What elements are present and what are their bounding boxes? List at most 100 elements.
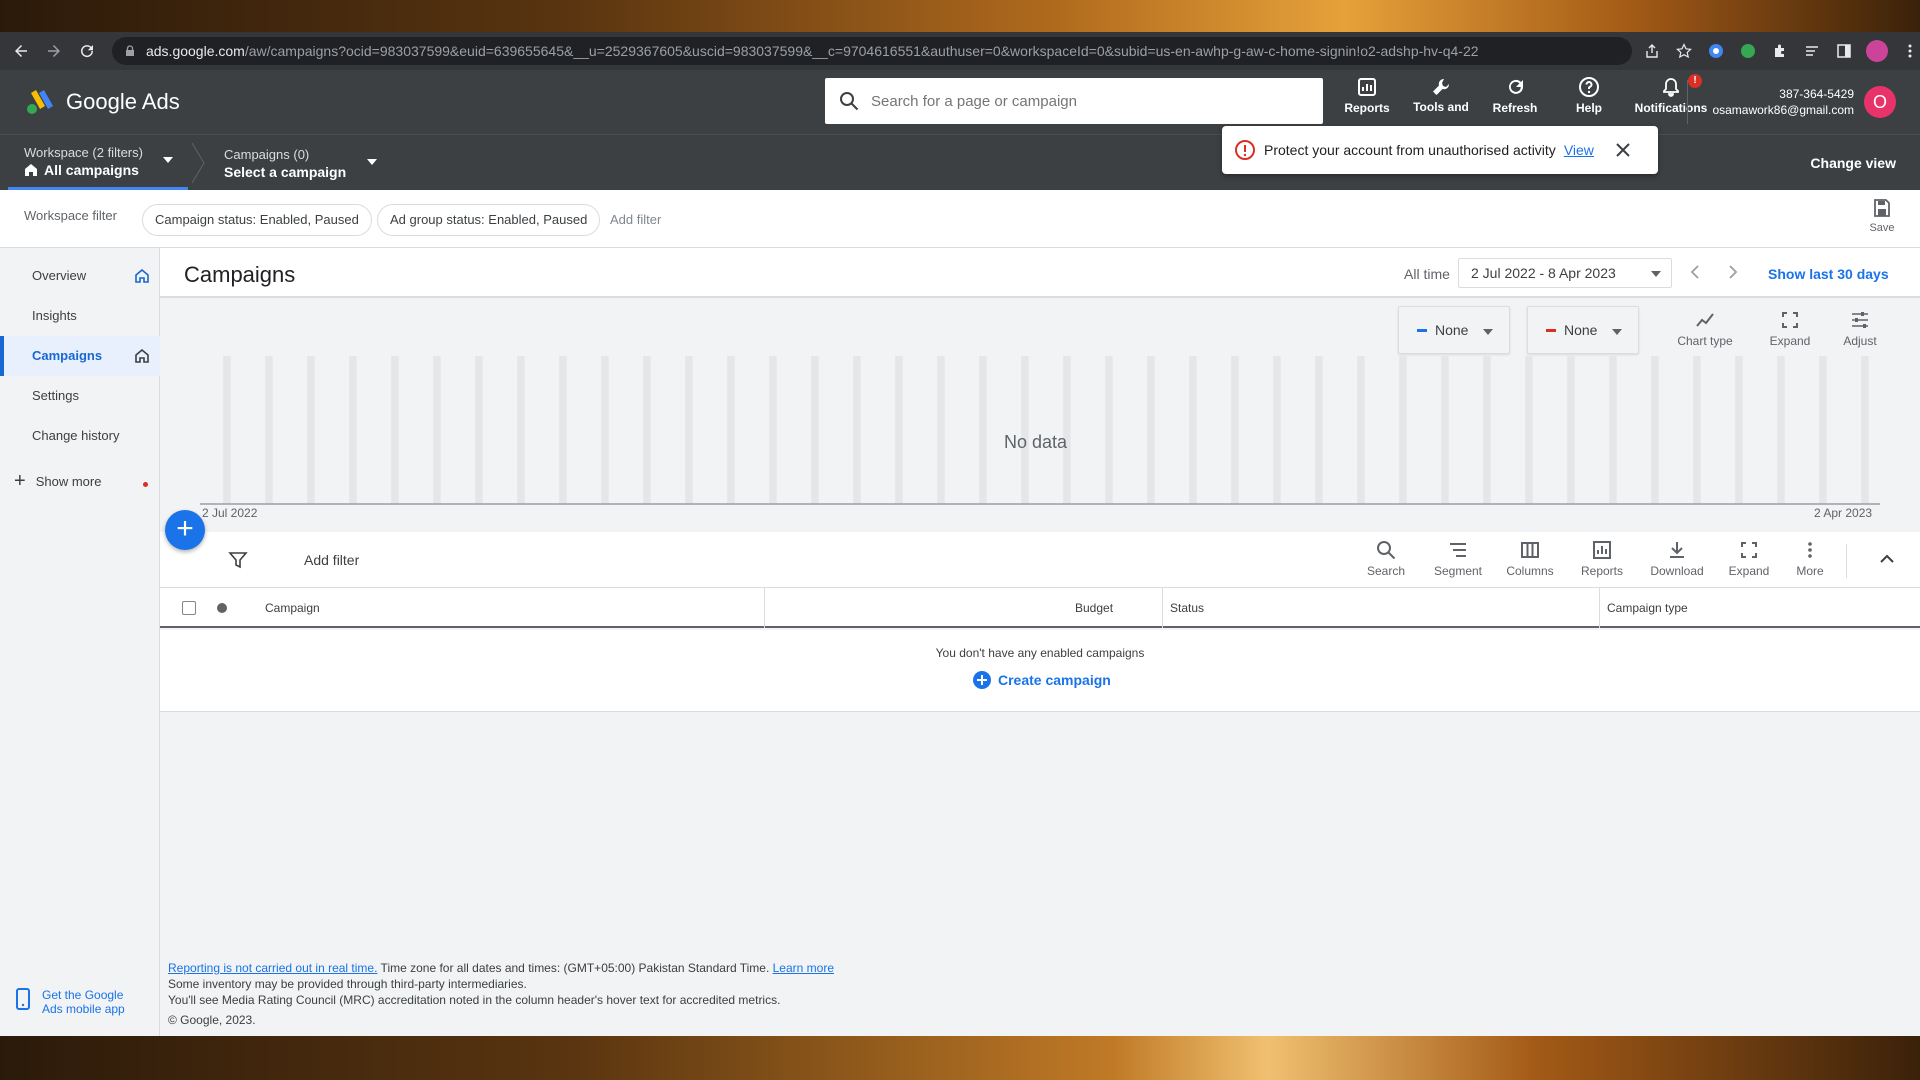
- back-icon[interactable]: [8, 38, 33, 64]
- table-expand-button[interactable]: Expand: [1717, 540, 1781, 578]
- workspace-add-filter[interactable]: Add filter: [610, 212, 661, 227]
- browser-toolbar: ads.google.com/aw/campaigns?ocid=9830375…: [0, 32, 1920, 70]
- avatar[interactable]: O: [1864, 86, 1896, 118]
- campaign-selector[interactable]: Campaigns (0) Select a campaign: [224, 147, 346, 180]
- table-toolbar: Add filter Search Segment Columns Report…: [160, 532, 1920, 588]
- chart-adjust-label: Adjust: [1843, 334, 1877, 348]
- account-info[interactable]: 387-364-5429 osamawork86@gmail.com: [1690, 86, 1854, 118]
- sidebar-item-change-history[interactable]: Change history: [0, 416, 160, 456]
- chart-column-band: [811, 356, 819, 504]
- chart-column-band: [391, 356, 399, 504]
- table-reports-button[interactable]: Reports: [1570, 540, 1634, 578]
- chevron-down-icon: [1612, 329, 1622, 335]
- metric-2-selector[interactable]: None: [1527, 306, 1639, 354]
- new-campaign-fab[interactable]: +: [165, 510, 205, 550]
- table-header: Campaign Budget Status Campaign type: [160, 588, 1920, 628]
- chart-grid: [200, 356, 1880, 505]
- breadcrumb-chevron-icon: [191, 142, 205, 184]
- chevron-up-icon[interactable]: [1878, 550, 1896, 568]
- mobile-app-link[interactable]: Get the Google Ads mobile app: [14, 988, 125, 1016]
- table-add-filter[interactable]: Add filter: [304, 552, 359, 568]
- column-campaign[interactable]: Campaign: [265, 601, 320, 615]
- chart-column-band: [433, 356, 441, 504]
- lock-icon: [125, 45, 134, 56]
- chart-expand-button[interactable]: Expand: [1758, 310, 1822, 348]
- workspace-dropdown-icon[interactable]: [163, 157, 173, 163]
- desktop-background-bottom: [0, 1036, 1920, 1080]
- refresh-label: Refresh: [1492, 101, 1538, 115]
- chart-column-band: [1273, 356, 1281, 504]
- account-email: osamawork86@gmail.com: [1712, 103, 1854, 117]
- status-column-dot[interactable]: [217, 603, 227, 613]
- sidebar-item-label: Campaigns: [32, 348, 103, 363]
- header-divider: [1687, 80, 1688, 124]
- chart-column-band: [517, 356, 525, 504]
- learn-more-link[interactable]: Learn more: [773, 961, 834, 975]
- forward-icon[interactable]: [41, 38, 66, 64]
- segment-button[interactable]: Segment: [1426, 540, 1490, 578]
- columns-button[interactable]: Columns: [1498, 540, 1562, 578]
- column-divider: [764, 588, 765, 628]
- chart-adjust-button[interactable]: Adjust: [1828, 310, 1892, 348]
- metric-1-selector[interactable]: None: [1398, 306, 1510, 354]
- reload-icon[interactable]: [75, 38, 100, 64]
- campaign-status-chip[interactable]: Campaign status: Enabled, Paused: [142, 204, 372, 236]
- performance-chart: None None Chart type Expand Adjust No da…: [160, 300, 1920, 532]
- column-status[interactable]: Status: [1170, 601, 1204, 615]
- download-button[interactable]: Download: [1645, 540, 1709, 578]
- google-ads-logo[interactable]: Google Ads: [24, 88, 180, 116]
- chart-type-button[interactable]: Chart type: [1673, 310, 1737, 348]
- sidebar-item-campaigns[interactable]: Campaigns: [0, 336, 160, 376]
- chevron-left-icon[interactable]: [1688, 264, 1702, 280]
- close-icon[interactable]: [1614, 141, 1632, 159]
- copyright: © Google, 2023.: [168, 1013, 256, 1027]
- share-icon[interactable]: [1642, 41, 1662, 61]
- search-box[interactable]: [825, 78, 1323, 124]
- date-range-picker[interactable]: 2 Jul 2022 - 8 Apr 2023: [1458, 258, 1672, 288]
- sidebar-item-label: Settings: [32, 388, 79, 403]
- sidebar-item-insights[interactable]: Insights: [0, 296, 160, 336]
- chart-column-band: [1567, 356, 1575, 504]
- alert-view-link[interactable]: View: [1564, 142, 1594, 158]
- column-budget[interactable]: Budget: [1075, 601, 1113, 615]
- reading-list-icon[interactable]: [1802, 41, 1822, 61]
- extensions-puzzle-icon[interactable]: [1770, 41, 1790, 61]
- chevron-right-icon[interactable]: [1726, 264, 1740, 280]
- select-all-checkbox[interactable]: [182, 601, 196, 615]
- save-label: Save: [1869, 222, 1895, 234]
- reports-button[interactable]: Reports: [1330, 76, 1404, 115]
- table-search-button[interactable]: Search: [1354, 540, 1418, 578]
- campaign-dropdown-icon[interactable]: [367, 159, 377, 165]
- side-panel-icon[interactable]: [1834, 41, 1854, 61]
- change-view-button[interactable]: Change view: [1810, 155, 1896, 171]
- star-icon[interactable]: [1674, 41, 1694, 61]
- workspace-selector[interactable]: Workspace (2 filters) All campaigns: [24, 145, 143, 178]
- browser-menu-icon[interactable]: [1900, 41, 1920, 61]
- main-content: Campaigns All time 2 Jul 2022 - 8 Apr 20…: [160, 248, 1920, 1036]
- account-id: 387-364-5429: [1779, 87, 1854, 101]
- sidebar-item-settings[interactable]: Settings: [0, 376, 160, 416]
- refresh-icon: [1509, 79, 1523, 94]
- columns-icon: [1521, 542, 1539, 558]
- refresh-button[interactable]: Refresh: [1478, 76, 1552, 115]
- show-last-30-days-link[interactable]: Show last 30 days: [1768, 266, 1889, 282]
- tools-settings-button[interactable]: Tools and settings: [1404, 76, 1478, 115]
- more-button[interactable]: More: [1778, 540, 1842, 578]
- search-input[interactable]: [871, 92, 1291, 110]
- reporting-realtime-link[interactable]: Reporting is not carried out in real tim…: [168, 961, 377, 975]
- chart-column-band: [727, 356, 735, 504]
- column-campaign-type[interactable]: Campaign type: [1607, 601, 1688, 615]
- help-button[interactable]: Help: [1552, 76, 1626, 115]
- workspace-value: All campaigns: [44, 162, 139, 178]
- browser-profile-icon[interactable]: [1866, 40, 1888, 62]
- address-bar[interactable]: ads.google.com/aw/campaigns?ocid=9830375…: [111, 37, 1632, 65]
- show-more-button[interactable]: + Show more: [14, 470, 101, 493]
- filter-icon[interactable]: [228, 550, 248, 570]
- search-icon: [1377, 541, 1396, 560]
- sidebar-item-overview[interactable]: Overview: [0, 256, 160, 296]
- extension-1-icon[interactable]: [1706, 41, 1726, 61]
- ad-group-status-chip[interactable]: Ad group status: Enabled, Paused: [377, 204, 601, 236]
- save-button[interactable]: Save: [1862, 198, 1902, 234]
- create-campaign-link[interactable]: Create campaign: [972, 670, 1111, 690]
- extension-2-icon[interactable]: [1738, 41, 1758, 61]
